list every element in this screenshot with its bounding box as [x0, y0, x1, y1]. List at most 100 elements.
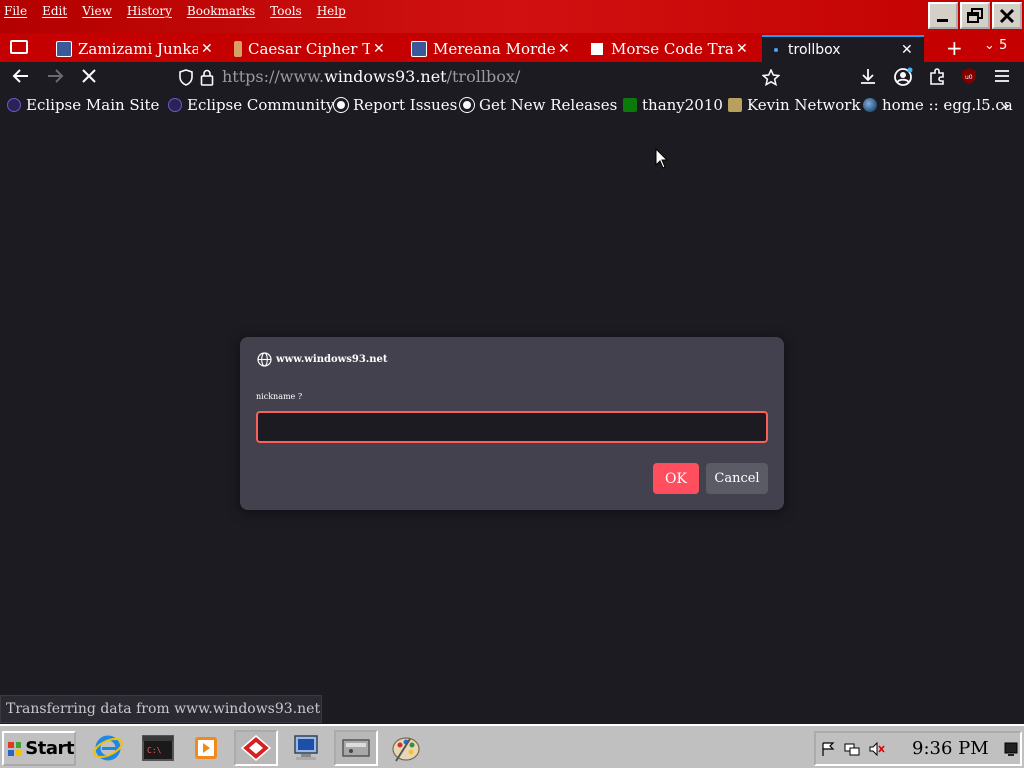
tab-trollbox[interactable]: trollbox ✕: [762, 35, 924, 62]
eclipse-icon: [168, 98, 182, 112]
taskbar-media-player[interactable]: [184, 730, 228, 766]
new-tab-button[interactable]: +: [946, 36, 963, 60]
close-window-button[interactable]: [992, 2, 1022, 29]
bookmark-thany2010[interactable]: thany2010: [623, 96, 723, 114]
taskbar-firefox-window[interactable]: [234, 730, 278, 766]
clock[interactable]: 9:36 PM: [912, 738, 989, 759]
restore-icon: [967, 7, 983, 23]
extensions-button[interactable]: [928, 67, 946, 90]
url-bar[interactable]: https://www.windows93.net/trollbox/: [172, 65, 786, 89]
close-tab-icon[interactable]: ✕: [736, 41, 748, 57]
close-tab-icon[interactable]: ✕: [901, 42, 913, 58]
navigation-bar: https://www.windows93.net/trollbox/ u0: [0, 62, 1024, 92]
close-tab-icon[interactable]: ✕: [373, 41, 385, 57]
nickname-input[interactable]: [256, 411, 768, 443]
start-button[interactable]: Start: [2, 731, 76, 766]
stop-button[interactable]: [80, 67, 98, 90]
downloads-button[interactable]: [859, 67, 877, 90]
menu-file[interactable]: File: [4, 4, 27, 18]
ok-button[interactable]: OK: [653, 463, 699, 494]
media-player-icon: [195, 737, 217, 759]
scanner-icon: [342, 739, 370, 757]
menu-list: File Edit View History Bookmarks Tools H…: [4, 4, 346, 18]
site-favicon-icon: [234, 40, 242, 57]
terminal-icon: C:\: [142, 735, 174, 761]
app-menu-button[interactable]: [993, 67, 1011, 90]
tab-label: trollbox: [788, 41, 841, 58]
svg-text:u0: u0: [965, 74, 973, 81]
minimize-icon: [937, 18, 948, 22]
taskbar-terminal[interactable]: C:\: [136, 730, 180, 766]
plus-icon: +: [946, 36, 963, 60]
back-button[interactable]: [12, 67, 30, 90]
stop-icon: [82, 69, 96, 83]
ublock-button[interactable]: u0: [960, 67, 978, 90]
forward-button[interactable]: [46, 67, 64, 90]
flag-icon[interactable]: [820, 741, 836, 757]
minimize-button[interactable]: [928, 2, 958, 29]
taskbar-paint[interactable]: [384, 730, 428, 766]
dialog-message: nickname ?: [256, 392, 303, 401]
close-tab-icon[interactable]: ✕: [201, 41, 213, 57]
account-button[interactable]: [893, 67, 913, 92]
svg-text:C:\: C:\: [147, 746, 162, 755]
taskbar-my-computer[interactable]: [284, 730, 328, 766]
url-path: /trollbox/: [446, 67, 521, 86]
windows-logo-icon: [8, 741, 22, 756]
taskbar-internet-explorer[interactable]: [86, 730, 130, 766]
lock-icon[interactable]: [200, 69, 214, 86]
taskbar: Start C:\ 9:36 PM: [0, 724, 1024, 768]
account-icon: [894, 67, 913, 86]
url-text[interactable]: https://www.windows93.net/trollbox/: [222, 67, 520, 86]
ublock-origin-icon: u0: [962, 68, 976, 84]
cancel-button[interactable]: Cancel: [706, 463, 768, 494]
firefox-view-icon[interactable]: [10, 40, 28, 54]
bookmark-star-icon[interactable]: [762, 69, 780, 86]
chevron-double-right-icon: »: [1000, 96, 1010, 115]
url-scheme: https://www.: [222, 67, 325, 86]
show-desktop-icon[interactable]: [1004, 741, 1018, 757]
menu-edit[interactable]: Edit: [42, 4, 67, 18]
close-tab-icon[interactable]: ✕: [558, 41, 570, 57]
taskbar-app-window[interactable]: [334, 730, 378, 766]
github-icon: [334, 98, 348, 112]
app-window-icon: [240, 735, 272, 761]
back-arrow-icon: [12, 69, 28, 83]
tab-zamizami[interactable]: Zamizami Junka (Cl ✕: [52, 35, 220, 62]
menu-view[interactable]: View: [82, 4, 112, 18]
menu-history[interactable]: History: [127, 4, 172, 18]
kevin-network-icon: [728, 98, 742, 112]
dialog-origin: www.windows93.net: [257, 352, 388, 367]
bookmark-label: Eclipse Main Site: [26, 96, 160, 114]
bookmark-egg-l5[interactable]: home :: egg.l5.ca: [863, 96, 1013, 114]
network-icon[interactable]: [844, 741, 860, 757]
bookmark-label: Kevin Network: [747, 96, 861, 114]
bookmark-eclipse-community[interactable]: Eclipse Community: [168, 96, 334, 114]
tab-caesar-cipher[interactable]: Caesar Cipher Tran ✕: [230, 35, 395, 62]
bookmarks-overflow-button[interactable]: »: [1000, 96, 1010, 115]
menu-bar: File Edit View History Bookmarks Tools H…: [0, 0, 1024, 33]
menu-bookmarks[interactable]: Bookmarks: [187, 4, 255, 18]
paint-palette-icon: [392, 737, 420, 762]
list-all-tabs-button[interactable]: ⌄ 5: [984, 38, 1007, 53]
bookmark-get-new-releases[interactable]: Get New Releases: [460, 96, 617, 114]
bookmark-report-issues[interactable]: Report Issues: [334, 96, 457, 114]
tab-morse-code[interactable]: Morse Code Transl ✕: [585, 35, 750, 62]
site-favicon-icon: [589, 40, 605, 57]
menu-tools[interactable]: Tools: [270, 4, 302, 18]
forward-arrow-icon: [48, 69, 64, 83]
menu-help[interactable]: Help: [317, 4, 346, 18]
bookmark-label: Eclipse Community: [187, 96, 335, 114]
loading-indicator-icon: [774, 47, 778, 52]
restore-button[interactable]: [960, 2, 990, 29]
bookmark-eclipse-main[interactable]: Eclipse Main Site: [7, 96, 159, 114]
dialog-origin-text: www.windows93.net: [276, 354, 388, 365]
volume-muted-icon[interactable]: [868, 741, 886, 757]
globe-icon: [257, 352, 272, 367]
bookmark-kevin-network[interactable]: Kevin Network: [728, 96, 861, 114]
tab-mereana-mordegar[interactable]: Mereana Mordegar ✕: [407, 35, 572, 62]
bookmark-label: thany2010: [642, 96, 723, 114]
thany-icon: [623, 98, 637, 112]
tracking-protection-shield-icon[interactable]: [178, 69, 194, 86]
bookmark-label: Get New Releases: [479, 96, 618, 114]
